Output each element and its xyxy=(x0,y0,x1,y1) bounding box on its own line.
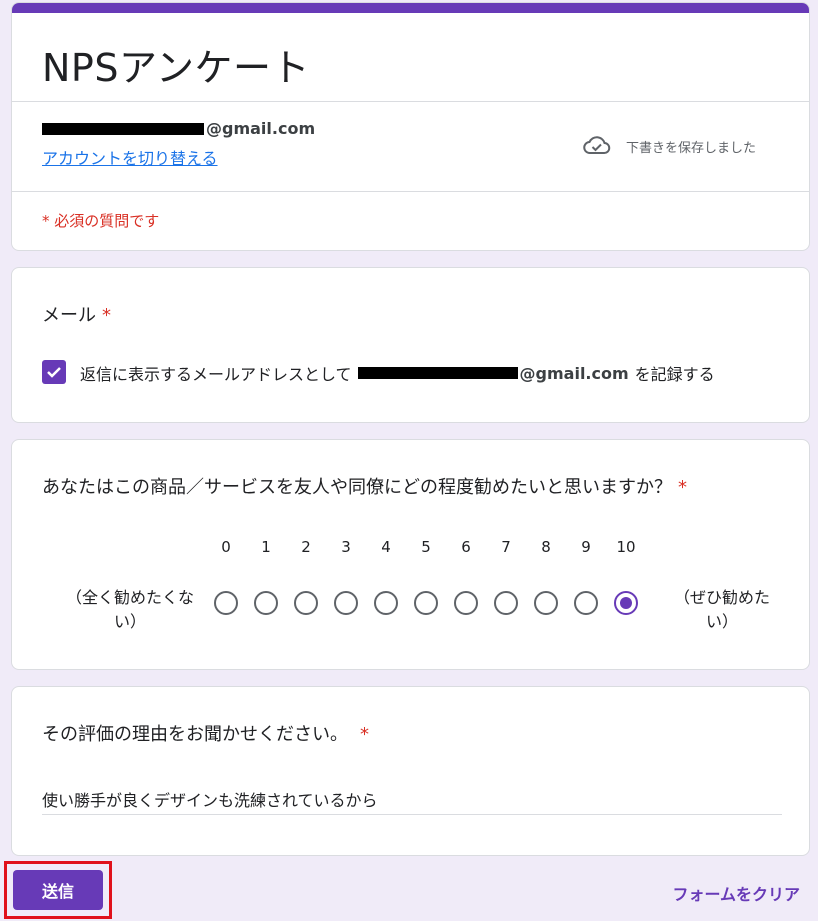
header-divider-2 xyxy=(12,191,809,192)
account-email-domain: @gmail.com xyxy=(206,119,316,138)
scale-number: 0 xyxy=(221,538,231,556)
record-email-domain: @gmail.com xyxy=(519,363,629,383)
record-email-checkbox[interactable] xyxy=(42,360,66,384)
scale-number: 8 xyxy=(541,538,551,556)
email-question-card: メール * 返信に表示するメールアドレスとして @gmail.com を記録する xyxy=(11,267,810,423)
submit-button[interactable]: 送信 xyxy=(13,870,103,910)
nps-question-label: あなたはこの商品／サービスを友人や同僚にどの程度勧めたいと思いますか？ xyxy=(42,477,672,498)
header-accent-bar xyxy=(12,3,809,13)
scale-radio-0[interactable] xyxy=(214,591,238,615)
email-question-label: メール xyxy=(42,305,96,326)
scale-number: 7 xyxy=(501,538,511,556)
scale-number: 2 xyxy=(301,538,311,556)
scale-radio-6[interactable] xyxy=(454,591,478,615)
scale-number: 5 xyxy=(421,538,431,556)
submit-highlight: 送信 xyxy=(4,861,112,919)
required-star: * xyxy=(102,305,111,326)
reason-question-card: その評価の理由をお聞かせください。 * 使い勝手が良くデザインも洗練されているから xyxy=(11,686,810,856)
email-question-title: メール * xyxy=(42,301,111,327)
form-title: NPSアンケート xyxy=(42,46,310,90)
scale-radio-9[interactable] xyxy=(574,591,598,615)
scale-radio-7[interactable] xyxy=(494,591,518,615)
required-star: * xyxy=(678,477,687,498)
reason-answer-input[interactable]: 使い勝手が良くデザインも洗練されているから xyxy=(42,785,782,815)
scale-high-label: （ぜひ勧めたい） xyxy=(673,588,770,631)
scale-number: 6 xyxy=(461,538,471,556)
form-header-card: NPSアンケート @gmail.com アカウントを切り替える 下書きを保存しま… xyxy=(11,2,810,251)
scale-number: 10 xyxy=(616,538,636,556)
reason-question-label: その評価の理由をお聞かせください。 xyxy=(42,724,348,745)
scale-number: 4 xyxy=(381,538,391,556)
nps-question-card: あなたはこの商品／サービスを友人や同僚にどの程度勧めたいと思いますか？ * （全く… xyxy=(11,439,810,670)
cloud-check-icon xyxy=(582,133,612,157)
redacted-email xyxy=(357,367,518,379)
nps-question-title: あなたはこの商品／サービスを友人や同僚にどの程度勧めたいと思いますか？ * xyxy=(42,473,687,499)
record-email-prefix: 返信に表示するメールアドレスとして xyxy=(80,365,352,384)
scale-number: 9 xyxy=(581,538,591,556)
record-email-suffix: を記録する xyxy=(634,365,715,384)
scale-radio-4[interactable] xyxy=(374,591,398,615)
draft-status: 下書きを保存しました xyxy=(626,141,757,156)
check-icon xyxy=(47,367,61,378)
reason-question-title: その評価の理由をお聞かせください。 * xyxy=(42,720,369,746)
scale-radio-8[interactable] xyxy=(534,591,558,615)
header-divider xyxy=(12,101,809,102)
switch-account-link[interactable]: アカウントを切り替える xyxy=(42,145,218,169)
scale-number: 3 xyxy=(341,538,351,556)
scale-radio-10[interactable] xyxy=(614,591,638,615)
required-note: * 必須の質問です xyxy=(42,212,160,230)
scale-radio-5[interactable] xyxy=(414,591,438,615)
record-email-label: 返信に表示するメールアドレスとして @gmail.com を記録する xyxy=(80,361,715,385)
required-star: * xyxy=(360,724,369,745)
clear-form-link[interactable]: フォームをクリア xyxy=(672,881,800,905)
redacted-email xyxy=(42,122,204,135)
account-email: @gmail.com xyxy=(42,119,315,138)
scale-radio-3[interactable] xyxy=(334,591,358,615)
scale-radio-2[interactable] xyxy=(294,591,318,615)
scale-low-label: （全く勧めたくない） xyxy=(65,588,194,631)
scale-number: 1 xyxy=(261,538,271,556)
scale-radio-1[interactable] xyxy=(254,591,278,615)
